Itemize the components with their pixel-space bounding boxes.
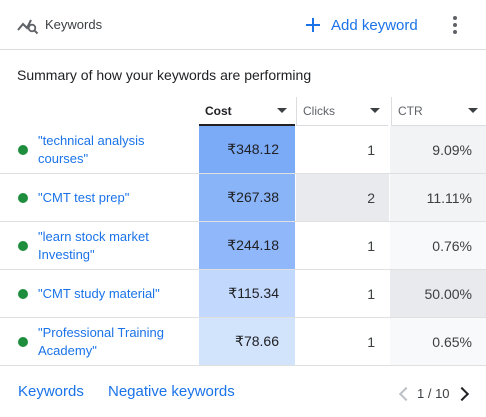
card-header: Keywords Add keyword (0, 0, 486, 50)
cost-cell: ₹78.66 (199, 318, 295, 365)
status-dot-icon (18, 241, 28, 251)
keywords-link[interactable]: Keywords (18, 383, 84, 400)
column-label: Cost (205, 103, 232, 118)
table-header: Cost Clicks CTR (0, 97, 486, 126)
keyword-link[interactable]: "Professional Training Academy" (38, 318, 188, 365)
clicks-cell: 1 (296, 318, 389, 365)
status-dot-icon (18, 337, 28, 347)
status-dot-icon (18, 145, 28, 155)
column-header-cost[interactable]: Cost (199, 97, 295, 126)
more-options-icon[interactable] (450, 15, 460, 35)
clicks-cell: 1 (296, 126, 389, 173)
pagination: 1 / 10 (398, 382, 469, 404)
column-label: CTR (398, 104, 423, 118)
table-row: "CMT test prep" ₹267.38 2 11.11% (0, 174, 486, 222)
column-header-ctr[interactable]: CTR (391, 97, 486, 126)
table-row: "CMT study material" ₹115.34 1 50.00% (0, 270, 486, 318)
keyword-link[interactable]: "technical analysis courses" (38, 126, 188, 173)
column-label: Clicks (303, 104, 335, 118)
table-row: "learn stock market Investing" ₹244.18 1… (0, 222, 486, 270)
cost-cell: ₹115.34 (199, 270, 295, 317)
chevron-left-icon[interactable] (398, 384, 410, 402)
cost-cell: ₹267.38 (199, 174, 295, 221)
ctr-cell: 9.09% (390, 126, 486, 173)
keyword-table: "technical analysis courses" ₹348.12 1 9… (0, 126, 486, 366)
cost-cell: ₹244.18 (199, 222, 295, 269)
caret-down-icon (468, 108, 478, 113)
status-dot-icon (18, 193, 28, 203)
ctr-cell: 11.11% (390, 174, 486, 221)
negative-keywords-link[interactable]: Negative keywords (108, 383, 235, 400)
keywords-search-icon (17, 19, 39, 35)
add-keyword-label: Add keyword (331, 16, 418, 34)
clicks-cell: 2 (296, 174, 389, 221)
caret-down-icon (277, 108, 287, 113)
page-indicator: 1 / 10 (417, 385, 450, 401)
card-footer: Keywords Negative keywords 1 / 10 (0, 368, 486, 417)
card-title: Keywords (45, 17, 103, 32)
clicks-cell: 1 (296, 222, 389, 269)
cost-cell: ₹348.12 (199, 126, 295, 173)
clicks-cell: 1 (296, 270, 389, 317)
ctr-cell: 0.76% (390, 222, 486, 269)
add-keyword-button[interactable]: Add keyword (305, 12, 418, 38)
table-row: "technical analysis courses" ₹348.12 1 9… (0, 126, 486, 174)
keywords-card: Keywords Add keyword Summary of how your… (0, 0, 486, 417)
ctr-cell: 50.00% (390, 270, 486, 317)
column-header-clicks[interactable]: Clicks (296, 97, 388, 126)
chevron-right-icon[interactable] (457, 384, 469, 402)
plus-icon (305, 17, 321, 33)
keyword-link[interactable]: "learn stock market Investing" (38, 222, 188, 269)
status-dot-icon (18, 289, 28, 299)
ctr-cell: 0.65% (390, 318, 486, 365)
table-row: "Professional Training Academy" ₹78.66 1… (0, 318, 486, 366)
keyword-link[interactable]: "CMT study material" (38, 270, 188, 317)
caret-down-icon (370, 108, 380, 113)
summary-text: Summary of how your keywords are perform… (17, 67, 312, 83)
keyword-link[interactable]: "CMT test prep" (38, 174, 188, 221)
